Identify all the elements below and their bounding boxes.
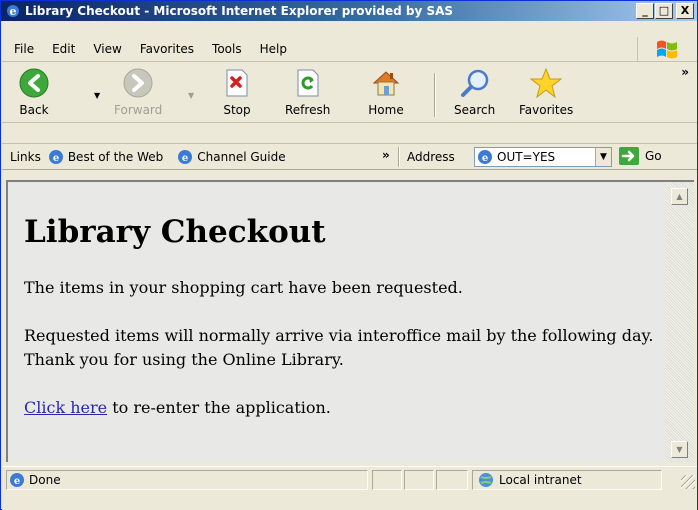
stop-icon [219, 65, 255, 101]
address-separator [398, 147, 400, 167]
menu-bar: File Edit View Favorites Tools Help [2, 37, 697, 62]
scroll-down-button[interactable]: ▼ [671, 441, 688, 458]
favorites-label: Favorites [519, 103, 574, 117]
link-best-of-web-label: Best of the Web [67, 150, 164, 164]
search-button[interactable]: Search [454, 65, 495, 117]
back-dropdown-icon[interactable]: ▼ [94, 91, 100, 100]
browser-window: e Library Checkout - Microsoft Internet … [0, 0, 698, 510]
back-button[interactable]: Back [16, 65, 52, 117]
svg-text:e: e [53, 153, 59, 164]
address-value: OUT=YES [497, 150, 556, 164]
address-dropdown-icon[interactable]: ▼ [595, 148, 611, 166]
menu-file[interactable]: File [2, 42, 43, 56]
toolbar-more-chevron[interactable]: » [681, 65, 689, 79]
address-label: Address [407, 150, 455, 164]
home-button[interactable]: Home [368, 65, 404, 117]
go-label: Go [645, 149, 662, 163]
menu-favorites[interactable]: Favorites [131, 42, 203, 56]
status-bar: e Done Local intranet [2, 466, 697, 510]
refresh-label: Refresh [285, 103, 331, 117]
menu-help[interactable]: Help [251, 42, 296, 56]
refresh-icon [290, 65, 326, 101]
vertical-scrollbar[interactable]: ▲ ▼ [665, 180, 694, 462]
go-button[interactable]: Go [619, 147, 662, 165]
refresh-button[interactable]: Refresh [285, 65, 330, 117]
ie-page-icon: e [478, 150, 492, 164]
links-label[interactable]: Links [10, 150, 41, 164]
ie-page-icon: e [10, 473, 24, 487]
search-label: Search [454, 103, 496, 117]
standard-toolbar: Back ▼ Forward ▼ Stop Refresh Home Searc… [2, 63, 697, 123]
favorites-button[interactable]: Favorites [519, 65, 573, 117]
toolbar-divider [2, 123, 697, 144]
links-address-bar: Links e Best of the Web e Channel Guide … [2, 144, 697, 170]
page-title: Library Checkout [24, 214, 326, 250]
scroll-up-button[interactable]: ▲ [671, 188, 688, 205]
forward-button[interactable]: Forward [114, 65, 162, 117]
security-zone-pane[interactable]: Local intranet [472, 470, 662, 490]
house-icon [368, 65, 404, 101]
reenter-paragraph: Click here to re-enter the application. [24, 396, 665, 420]
window-title: Library Checkout - Microsoft Internet Ex… [25, 4, 454, 18]
status-main-pane: e Done [6, 470, 368, 490]
forward-label: Forward [114, 103, 163, 117]
star-icon [528, 65, 564, 101]
stop-button[interactable]: Stop [219, 65, 255, 117]
link-channel-guide-label: Channel Guide [197, 150, 286, 164]
magnifier-icon [457, 65, 493, 101]
page-content: Library Checkout The items in your shopp… [6, 180, 665, 462]
ie-page-icon: e [178, 150, 193, 164]
forward-dropdown-icon[interactable]: ▼ [188, 91, 194, 100]
home-label: Home [368, 103, 404, 117]
menu-edit[interactable]: Edit [43, 42, 84, 56]
windows-flag-icon [637, 37, 695, 61]
confirmation-text: The items in your shopping cart have bee… [24, 278, 463, 297]
svg-text:e: e [182, 153, 188, 164]
click-here-link[interactable]: Click here [24, 398, 107, 417]
resize-grip-icon[interactable] [681, 475, 695, 489]
back-label: Back [19, 103, 49, 117]
globe-network-icon [479, 473, 493, 487]
toolbar-separator [434, 73, 436, 117]
status-pane [372, 470, 402, 490]
title-bar[interactable]: e Library Checkout - Microsoft Internet … [1, 1, 697, 21]
status-pane [404, 470, 434, 490]
reenter-suffix: to re-enter the application. [107, 398, 331, 417]
link-channel-guide[interactable]: e Channel Guide [177, 149, 286, 165]
close-button[interactable]: X [676, 3, 694, 19]
menu-tools[interactable]: Tools [203, 42, 251, 56]
links-more-chevron[interactable]: » [382, 148, 390, 162]
status-pane [436, 470, 468, 490]
status-text: Done [29, 473, 61, 487]
svg-text:e: e [14, 476, 20, 487]
menu-view[interactable]: View [84, 42, 130, 56]
back-arrow-icon [16, 65, 52, 101]
ie-page-icon: e [48, 150, 63, 164]
window-controls: _ □ X [636, 3, 694, 19]
link-best-of-web[interactable]: e Best of the Web [48, 149, 163, 165]
address-input[interactable]: e OUT=YES ▼ [474, 147, 612, 167]
zone-label: Local intranet [499, 473, 582, 487]
svg-text:e: e [10, 5, 17, 18]
maximize-button[interactable]: □ [655, 3, 673, 19]
stop-label: Stop [223, 103, 251, 117]
forward-arrow-icon [120, 65, 156, 101]
ie-logo-icon: e [7, 5, 19, 18]
minimize-button[interactable]: _ [636, 3, 654, 19]
delivery-info-text: Requested items will normally arrive via… [24, 326, 654, 369]
svg-text:e: e [482, 153, 488, 164]
go-arrow-icon [619, 147, 639, 165]
